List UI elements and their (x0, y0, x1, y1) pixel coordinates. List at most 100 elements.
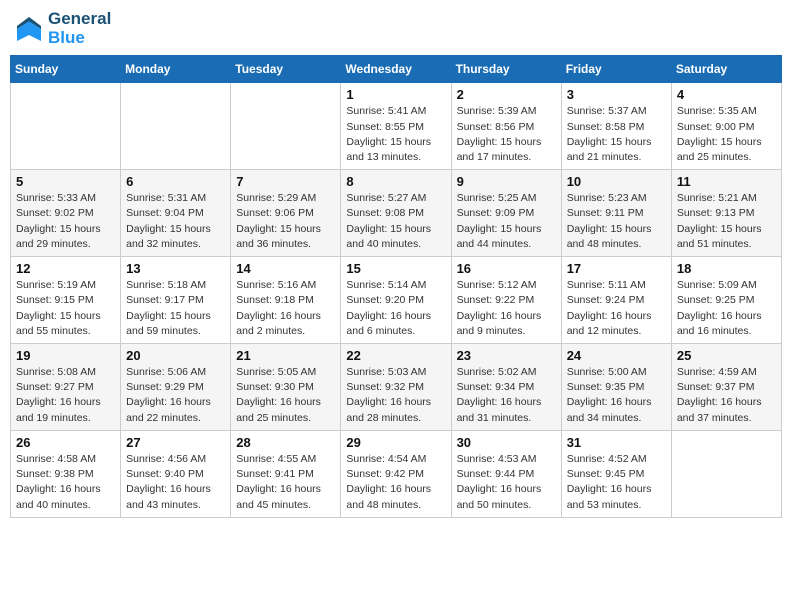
calendar-cell: 4 Sunrise: 5:35 AM Sunset: 9:00 PM Daylig… (671, 83, 781, 170)
day-number: 28 (236, 435, 335, 450)
day-info: Sunrise: 4:56 AM Sunset: 9:40 PM Dayligh… (126, 452, 225, 513)
calendar-week-row: 1 Sunrise: 5:41 AM Sunset: 8:55 PM Daylig… (11, 83, 782, 170)
day-info: Sunrise: 4:55 AM Sunset: 9:41 PM Dayligh… (236, 452, 335, 513)
day-info: Sunrise: 5:31 AM Sunset: 9:04 PM Dayligh… (126, 191, 225, 252)
page-header: General Blue (10, 10, 782, 47)
calendar-cell (11, 83, 121, 170)
column-header-sunday: Sunday (11, 56, 121, 83)
day-number: 21 (236, 348, 335, 363)
column-header-friday: Friday (561, 56, 671, 83)
day-number: 12 (16, 261, 115, 276)
calendar-cell: 24Sunrise: 5:00 AM Sunset: 9:35 PM Dayli… (561, 344, 671, 431)
day-info: Sunrise: 5:37 AM Sunset: 8:58 PM Dayligh… (567, 104, 666, 165)
day-number: 26 (16, 435, 115, 450)
day-number: 29 (346, 435, 445, 450)
day-number: 11 (677, 174, 776, 189)
calendar-cell (671, 430, 781, 517)
day-number: 22 (346, 348, 445, 363)
day-info: Sunrise: 5:06 AM Sunset: 9:29 PM Dayligh… (126, 365, 225, 426)
day-info: Sunrise: 5:18 AM Sunset: 9:17 PM Dayligh… (126, 278, 225, 339)
day-number: 14 (236, 261, 335, 276)
calendar-cell: 29 Sunrise: 4:54 AM Sunset: 9:42 PM Dayli… (341, 430, 451, 517)
calendar-week-row: 12 Sunrise: 5:19 AM Sunset: 9:15 PM Dayli… (11, 257, 782, 344)
day-info: Sunrise: 5:03 AM Sunset: 9:32 PM Dayligh… (346, 365, 445, 426)
day-info: Sunrise: 5:12 AM Sunset: 9:22 PM Dayligh… (457, 278, 556, 339)
day-info: Sunrise: 5:27 AM Sunset: 9:08 PM Dayligh… (346, 191, 445, 252)
day-info: Sunrise: 5:09 AM Sunset: 9:25 PM Dayligh… (677, 278, 776, 339)
day-number: 18 (677, 261, 776, 276)
day-number: 31 (567, 435, 666, 450)
calendar-cell (231, 83, 341, 170)
calendar-cell: 5 Sunrise: 5:33 AM Sunset: 9:02 PM Daylig… (11, 170, 121, 257)
calendar-cell: 13 Sunrise: 5:18 AM Sunset: 9:17 PM Dayli… (121, 257, 231, 344)
calendar-cell: 30 Sunrise: 4:53 AM Sunset: 9:44 PM Dayli… (451, 430, 561, 517)
calendar-cell: 25Sunrise: 4:59 AM Sunset: 9:37 PM Dayli… (671, 344, 781, 431)
day-info: Sunrise: 4:54 AM Sunset: 9:42 PM Dayligh… (346, 452, 445, 513)
calendar-cell: 12 Sunrise: 5:19 AM Sunset: 9:15 PM Dayli… (11, 257, 121, 344)
logo-icon (14, 14, 44, 44)
column-header-tuesday: Tuesday (231, 56, 341, 83)
calendar-cell (121, 83, 231, 170)
calendar-cell: 21Sunrise: 5:05 AM Sunset: 9:30 PM Dayli… (231, 344, 341, 431)
day-number: 10 (567, 174, 666, 189)
calendar-cell: 17 Sunrise: 5:11 AM Sunset: 9:24 PM Dayli… (561, 257, 671, 344)
day-number: 25 (677, 348, 776, 363)
calendar-cell: 14 Sunrise: 5:16 AM Sunset: 9:18 PM Dayli… (231, 257, 341, 344)
day-number: 7 (236, 174, 335, 189)
calendar-header-row: SundayMondayTuesdayWednesdayThursdayFrid… (11, 56, 782, 83)
calendar-cell: 20 Sunrise: 5:06 AM Sunset: 9:29 PM Dayli… (121, 344, 231, 431)
day-info: Sunrise: 5:21 AM Sunset: 9:13 PM Dayligh… (677, 191, 776, 252)
day-number: 6 (126, 174, 225, 189)
day-info: Sunrise: 5:41 AM Sunset: 8:55 PM Dayligh… (346, 104, 445, 165)
calendar-cell: 8 Sunrise: 5:27 AM Sunset: 9:08 PM Daylig… (341, 170, 451, 257)
calendar-cell: 7 Sunrise: 5:29 AM Sunset: 9:06 PM Daylig… (231, 170, 341, 257)
day-number: 2 (457, 87, 556, 102)
day-info: Sunrise: 5:00 AM Sunset: 9:35 PM Dayligh… (567, 365, 666, 426)
calendar-cell: 23Sunrise: 5:02 AM Sunset: 9:34 PM Dayli… (451, 344, 561, 431)
calendar-cell: 18 Sunrise: 5:09 AM Sunset: 9:25 PM Dayli… (671, 257, 781, 344)
column-header-saturday: Saturday (671, 56, 781, 83)
day-number: 3 (567, 87, 666, 102)
day-number: 1 (346, 87, 445, 102)
day-info: Sunrise: 5:16 AM Sunset: 9:18 PM Dayligh… (236, 278, 335, 339)
day-info: Sunrise: 5:35 AM Sunset: 9:00 PM Dayligh… (677, 104, 776, 165)
calendar-cell: 26Sunrise: 4:58 AM Sunset: 9:38 PM Dayli… (11, 430, 121, 517)
calendar-cell: 3 Sunrise: 5:37 AM Sunset: 8:58 PM Daylig… (561, 83, 671, 170)
day-number: 8 (346, 174, 445, 189)
day-number: 13 (126, 261, 225, 276)
day-info: Sunrise: 5:29 AM Sunset: 9:06 PM Dayligh… (236, 191, 335, 252)
day-number: 19 (16, 348, 115, 363)
calendar-cell: 15Sunrise: 5:14 AM Sunset: 9:20 PM Dayli… (341, 257, 451, 344)
day-number: 23 (457, 348, 556, 363)
calendar-cell: 22 Sunrise: 5:03 AM Sunset: 9:32 PM Dayli… (341, 344, 451, 431)
calendar-cell: 19Sunrise: 5:08 AM Sunset: 9:27 PM Dayli… (11, 344, 121, 431)
day-info: Sunrise: 4:53 AM Sunset: 9:44 PM Dayligh… (457, 452, 556, 513)
column-header-monday: Monday (121, 56, 231, 83)
calendar: SundayMondayTuesdayWednesdayThursdayFrid… (10, 55, 782, 517)
day-number: 16 (457, 261, 556, 276)
calendar-cell: 27 Sunrise: 4:56 AM Sunset: 9:40 PM Dayli… (121, 430, 231, 517)
calendar-week-row: 26Sunrise: 4:58 AM Sunset: 9:38 PM Dayli… (11, 430, 782, 517)
calendar-cell: 31 Sunrise: 4:52 AM Sunset: 9:45 PM Dayli… (561, 430, 671, 517)
logo-text: General Blue (48, 10, 111, 47)
calendar-cell: 1 Sunrise: 5:41 AM Sunset: 8:55 PM Daylig… (341, 83, 451, 170)
calendar-cell: 16 Sunrise: 5:12 AM Sunset: 9:22 PM Dayli… (451, 257, 561, 344)
day-number: 15 (346, 261, 445, 276)
calendar-cell: 6 Sunrise: 5:31 AM Sunset: 9:04 PM Daylig… (121, 170, 231, 257)
day-number: 27 (126, 435, 225, 450)
column-header-thursday: Thursday (451, 56, 561, 83)
day-info: Sunrise: 5:33 AM Sunset: 9:02 PM Dayligh… (16, 191, 115, 252)
calendar-cell: 11 Sunrise: 5:21 AM Sunset: 9:13 PM Dayli… (671, 170, 781, 257)
calendar-cell: 2 Sunrise: 5:39 AM Sunset: 8:56 PM Daylig… (451, 83, 561, 170)
day-number: 17 (567, 261, 666, 276)
day-number: 20 (126, 348, 225, 363)
day-number: 4 (677, 87, 776, 102)
day-info: Sunrise: 5:19 AM Sunset: 9:15 PM Dayligh… (16, 278, 115, 339)
day-info: Sunrise: 4:52 AM Sunset: 9:45 PM Dayligh… (567, 452, 666, 513)
day-number: 30 (457, 435, 556, 450)
day-info: Sunrise: 5:39 AM Sunset: 8:56 PM Dayligh… (457, 104, 556, 165)
column-header-wednesday: Wednesday (341, 56, 451, 83)
day-info: Sunrise: 5:11 AM Sunset: 9:24 PM Dayligh… (567, 278, 666, 339)
day-number: 5 (16, 174, 115, 189)
day-number: 9 (457, 174, 556, 189)
